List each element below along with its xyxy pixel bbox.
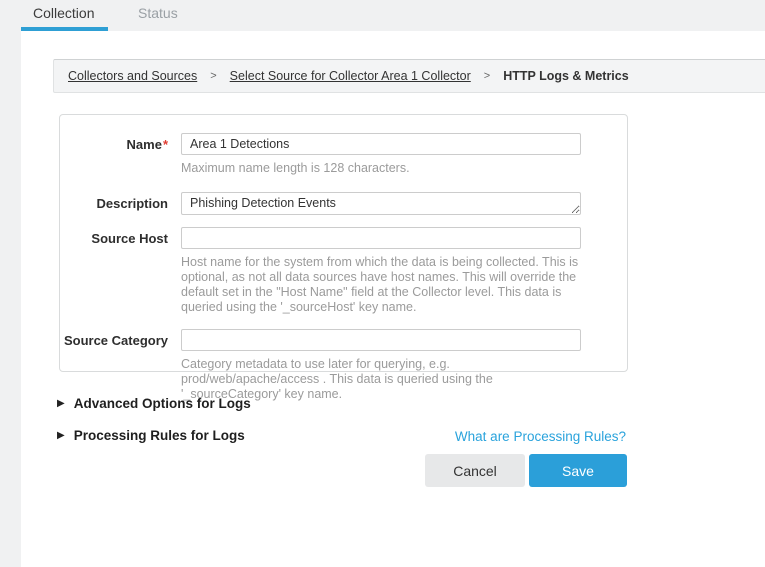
source-host-help-text: Host name for the system from which the … (181, 255, 581, 315)
save-button[interactable]: Save (529, 454, 627, 487)
collapsed-triangle-icon: ▶ (57, 396, 65, 411)
source-category-row: Source Category (60, 329, 627, 351)
tab-status[interactable]: Status (138, 0, 178, 27)
processing-rules-label: Processing Rules for Logs (74, 428, 245, 443)
breadcrumb: Collectors and Sources > Select Source f… (53, 59, 765, 93)
breadcrumb-separator-icon: > (484, 70, 490, 82)
tab-collection[interactable]: Collection (33, 0, 94, 27)
breadcrumb-select-source[interactable]: Select Source for Collector Area 1 Colle… (230, 69, 471, 83)
source-category-input[interactable] (181, 329, 581, 351)
breadcrumb-current-page: HTTP Logs & Metrics (503, 69, 628, 83)
source-host-row: Source Host (60, 227, 627, 249)
source-host-input[interactable] (181, 227, 581, 249)
what-are-processing-rules-link[interactable]: What are Processing Rules? (455, 429, 626, 444)
description-label: Description (60, 192, 168, 215)
name-row: Name* (60, 133, 627, 155)
collapsed-triangle-icon: ▶ (57, 428, 65, 443)
source-config-card: Name* Maximum name length is 128 charact… (59, 114, 628, 372)
name-label: Name* (60, 133, 168, 155)
advanced-options-section-toggle[interactable]: ▶ Advanced Options for Logs (57, 396, 251, 411)
left-rail (0, 0, 21, 567)
required-asterisk: * (163, 137, 168, 152)
description-input[interactable]: Phishing Detection Events (181, 192, 581, 215)
description-row: Description Phishing Detection Events (60, 192, 627, 215)
advanced-options-label: Advanced Options for Logs (74, 396, 251, 411)
name-input[interactable] (181, 133, 581, 155)
name-help-text: Maximum name length is 128 characters. (181, 161, 581, 176)
source-category-label: Source Category (60, 329, 168, 351)
active-tab-underline (21, 27, 108, 31)
cancel-button[interactable]: Cancel (425, 454, 525, 487)
processing-rules-section-toggle[interactable]: ▶ Processing Rules for Logs (57, 428, 245, 443)
source-host-label: Source Host (60, 227, 168, 249)
name-label-text: Name (127, 137, 162, 152)
breadcrumb-separator-icon: > (210, 70, 216, 82)
page: Collection Status Collectors and Sources… (0, 0, 765, 567)
breadcrumb-collectors-and-sources[interactable]: Collectors and Sources (68, 69, 197, 83)
tab-bar: Collection Status (0, 0, 765, 31)
